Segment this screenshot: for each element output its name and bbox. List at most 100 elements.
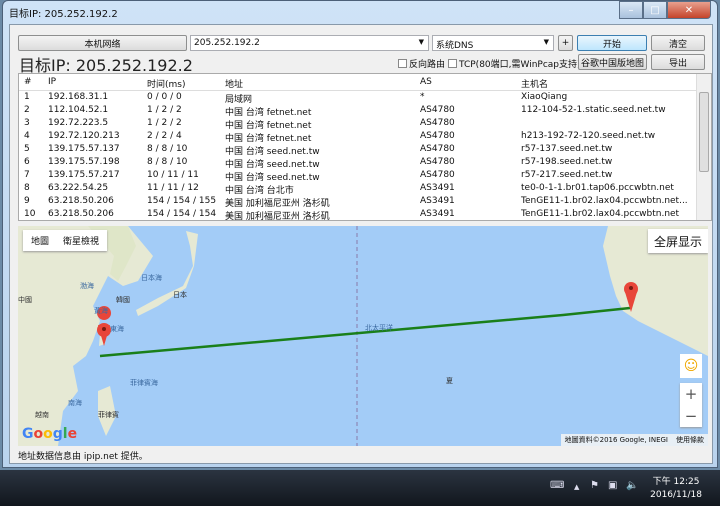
export-button[interactable]: 导出 bbox=[651, 54, 705, 70]
col-header[interactable]: AS bbox=[420, 77, 432, 87]
zoom-in-button[interactable]: + bbox=[680, 383, 702, 405]
flag-icon[interactable]: ⚑ bbox=[590, 480, 599, 491]
table-cell: 154 / 154 / 154 bbox=[147, 209, 217, 219]
terms-link[interactable]: 使用條款 bbox=[676, 435, 704, 445]
table-cell: 8 bbox=[24, 183, 30, 193]
table-row[interactable]: 1 192.168.31.1 0 / 0 / 0 局域网 * XiaoQiang bbox=[19, 92, 696, 105]
table-row[interactable]: 6 139.175.57.198 8 / 8 / 10 中国 台湾 seed.net.… bbox=[19, 157, 696, 170]
reverse-route-label: 反向路由 bbox=[409, 60, 446, 70]
col-header[interactable]: # bbox=[24, 77, 32, 87]
show-hidden-icons[interactable]: ▲ bbox=[574, 483, 579, 491]
window-title: 目标IP: 205.252.192.2 bbox=[9, 9, 118, 20]
table-cell: 美国 加利福尼亚州 洛杉矶 bbox=[225, 199, 330, 209]
reverse-route-checkbox[interactable]: 反向路由 bbox=[398, 57, 445, 70]
table-cell: h213-192-72-120.seed.net.tw bbox=[521, 131, 656, 141]
window-body: 本机网络 205.252.192.2 ▼ 系统DNS ▼ + 开始 清空 目标IP:… bbox=[9, 24, 713, 464]
map-label: 韓國 bbox=[116, 296, 130, 304]
table-cell: 9 bbox=[24, 196, 30, 206]
table-cell: r57-137.seed.net.tw bbox=[521, 144, 613, 154]
map-label: 菲律賓 bbox=[98, 411, 119, 419]
table-cell: 4 bbox=[24, 131, 30, 141]
table-cell: AS4780 bbox=[420, 105, 455, 115]
table-cell: 5 bbox=[24, 144, 30, 154]
zoom-control: + − bbox=[680, 383, 702, 427]
table-row[interactable]: 5 139.175.57.137 8 / 8 / 10 中国 台湾 seed.net.… bbox=[19, 144, 696, 157]
trace-table: # IP 时间(ms) 地址 AS 主机名 1 192.168.31.1 0 / 0… bbox=[18, 73, 712, 221]
keyboard-icon[interactable]: ⌨ bbox=[550, 480, 564, 491]
col-header[interactable]: IP bbox=[48, 77, 56, 87]
dropdown-arrow-icon[interactable]: ▼ bbox=[544, 38, 549, 46]
minimize-button[interactable]: – bbox=[619, 1, 643, 19]
map-label: 日本海 bbox=[141, 274, 162, 282]
table-cell: 63.222.54.25 bbox=[48, 183, 109, 193]
table-row[interactable]: 7 139.175.57.217 10 / 11 / 11 中国 台湾 seed.ne… bbox=[19, 170, 696, 183]
table-cell: r57-198.seed.net.tw bbox=[521, 157, 613, 167]
clear-button[interactable]: 清空 bbox=[651, 35, 705, 51]
clock[interactable]: 下午 12:25 2016/11/18 bbox=[650, 476, 702, 502]
map-type-satellite[interactable]: 衛星檢視 bbox=[63, 234, 99, 247]
table-cell: te0-0-1-1.br01.tap06.pccwbtn.net bbox=[521, 183, 674, 193]
fullscreen-button[interactable]: 全屏显示 bbox=[648, 229, 708, 253]
table-scrollbar[interactable] bbox=[696, 74, 711, 220]
add-button[interactable]: + bbox=[558, 35, 573, 51]
tcp-checkbox[interactable]: TCP(80端口,需WinPcap支持) bbox=[448, 57, 581, 70]
map-label: 東海 bbox=[110, 325, 124, 333]
attribution-text: 地圖資料©2016 Google, INEGI bbox=[564, 436, 668, 444]
target-input[interactable]: 205.252.192.2 ▼ bbox=[190, 35, 429, 51]
table-row[interactable]: 3 192.72.223.5 1 / 2 / 2 中国 台湾 fetnet.net AS… bbox=[19, 118, 696, 131]
google-map-cn-button[interactable]: 谷歌中国版地图 bbox=[578, 54, 647, 70]
table-cell: TenGE11-1.br02.lax04.pccwbtn.net... bbox=[521, 196, 688, 206]
dns-value: 系统DNS bbox=[436, 41, 474, 51]
pegman-icon[interactable]: ☺ bbox=[680, 354, 702, 378]
table-cell: 10 / 11 / 11 bbox=[147, 170, 199, 180]
table-row[interactable]: 10 63.218.50.206 154 / 154 / 154 美国 加利福尼亚州 … bbox=[19, 209, 696, 221]
local-network-button[interactable]: 本机网络 bbox=[18, 35, 187, 51]
taskbar: ⌨ ▲ ⚑ ▣ 🔈 下午 12:25 2016/11/18 bbox=[0, 470, 720, 506]
table-row[interactable]: 2 112.104.52.1 1 / 2 / 2 中国 台湾 fetnet.net AS… bbox=[19, 105, 696, 118]
col-header[interactable]: 主机名 bbox=[521, 77, 548, 90]
map-view[interactable]: 北太平洋 日本海 日本 韓國 黃海 東海 菲律賓海 南海 菲律賓 越南 渤海 中… bbox=[18, 226, 708, 446]
maximize-button[interactable]: □ bbox=[643, 1, 667, 19]
volume-icon[interactable]: 🔈 bbox=[626, 480, 638, 491]
map-label: 越南 bbox=[35, 411, 49, 419]
close-button[interactable]: ✕ bbox=[667, 1, 711, 19]
table-cell: 0 / 0 / 0 bbox=[147, 92, 182, 102]
dropdown-arrow-icon[interactable]: ▼ bbox=[419, 38, 424, 46]
table-header: # IP 时间(ms) 地址 AS 主机名 bbox=[19, 74, 696, 91]
zoom-out-button[interactable]: − bbox=[680, 405, 702, 427]
map-attribution: 地圖資料©2016 Google, INEGI 使用條款 bbox=[560, 434, 708, 446]
footer-text: 地址数据信息由 ipip.net 提供。 bbox=[18, 452, 148, 462]
dns-select[interactable]: 系统DNS ▼ bbox=[432, 35, 554, 51]
table-cell: 2 bbox=[24, 105, 30, 115]
map-type-map[interactable]: 地圖 bbox=[31, 234, 49, 247]
table-cell: XiaoQiang bbox=[521, 92, 568, 102]
table-cell: 美国 加利福尼亚州 洛杉矶 bbox=[225, 212, 330, 221]
table-cell: AS4780 bbox=[420, 144, 455, 154]
table-row[interactable]: 8 63.222.54.25 11 / 11 / 12 中国 台湾 台北市 AS3491… bbox=[19, 183, 696, 196]
col-header[interactable]: 地址 bbox=[225, 77, 243, 90]
table-cell: * bbox=[420, 92, 425, 102]
table-row[interactable]: 4 192.72.120.213 2 / 2 / 4 中国 台湾 fetnet.net… bbox=[19, 131, 696, 144]
table-cell: 1 bbox=[24, 92, 30, 102]
table-cell: 7 bbox=[24, 170, 30, 180]
table-cell: 11 / 11 / 12 bbox=[147, 183, 199, 193]
map-label: 北太平洋 bbox=[365, 324, 393, 332]
table-cell: 1 / 2 / 2 bbox=[147, 105, 182, 115]
table-cell: 3 bbox=[24, 118, 30, 128]
google-logo: Google bbox=[22, 426, 78, 442]
table-row[interactable]: 9 63.218.50.206 154 / 154 / 155 美国 加利福尼亚州 洛… bbox=[19, 196, 696, 209]
table-cell: AS3491 bbox=[420, 183, 455, 193]
table-cell: AS4780 bbox=[420, 131, 455, 141]
table-cell: TenGE11-1.br02.lax04.pccwbtn.net bbox=[521, 209, 680, 219]
table-cell: 112-104-52-1.static.seed.net.tw bbox=[521, 105, 666, 115]
network-icon[interactable]: ▣ bbox=[608, 480, 617, 491]
map-label: 菲律賓海 bbox=[130, 379, 158, 387]
table-cell: 192.72.120.213 bbox=[48, 131, 120, 141]
map-label: 夏 bbox=[446, 377, 453, 385]
table-cell: 中国 台湾 fetnet.net bbox=[225, 121, 312, 131]
start-button[interactable]: 开始 bbox=[577, 35, 647, 51]
table-cell: 1 / 2 / 2 bbox=[147, 118, 182, 128]
col-header[interactable]: 时间(ms) bbox=[147, 77, 185, 90]
table-cell: AS4780 bbox=[420, 170, 455, 180]
map-label: 日本 bbox=[173, 291, 187, 299]
